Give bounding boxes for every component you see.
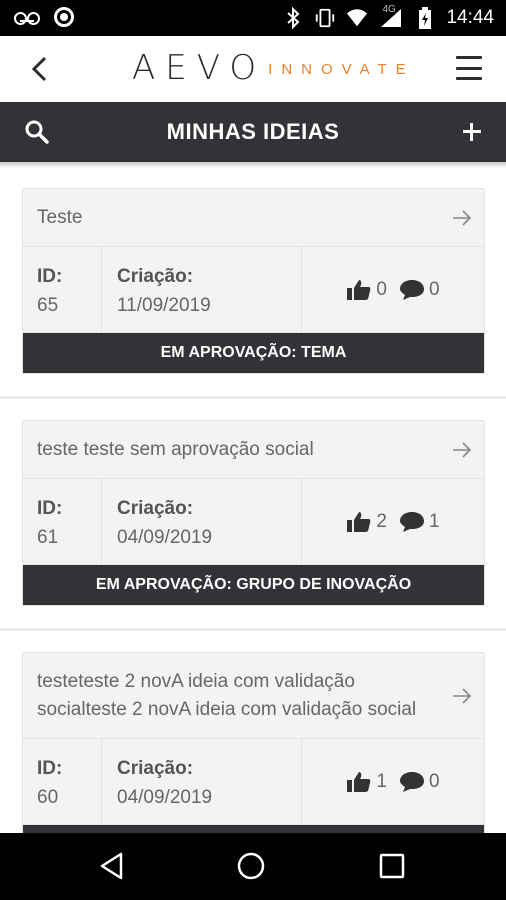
idea-id-cell: ID: 65 — [23, 247, 102, 332]
bluetooth-icon — [282, 7, 304, 29]
arrow-right-icon — [453, 209, 472, 226]
divider — [0, 396, 506, 399]
thumbs-up-icon — [347, 511, 371, 532]
comments-count: 1 — [429, 510, 440, 532]
idea-date: 04/09/2019 — [117, 527, 213, 548]
idea-id: 61 — [37, 527, 59, 548]
status-badge: EM APROVAÇÃO: TEMA — [23, 333, 484, 373]
thumbs-up-icon — [347, 771, 371, 792]
divider — [0, 628, 506, 631]
comments-count: 0 — [429, 278, 440, 300]
idea-card-header[interactable]: Teste — [23, 189, 484, 247]
comment-icon — [400, 771, 424, 792]
thumbs-up-icon — [347, 279, 371, 300]
chevron-left-icon — [31, 56, 47, 82]
search-icon — [25, 120, 49, 144]
menu-button[interactable] — [456, 56, 482, 80]
search-button[interactable] — [24, 119, 50, 145]
nav-recents-button[interactable] — [377, 851, 407, 881]
page-toolbar: MINHAS IDEIAS — [0, 102, 506, 162]
id-label: ID: — [37, 266, 63, 287]
arrow-right-icon — [453, 687, 472, 704]
idea-card[interactable]: Teste ID: 65 Criação: 11/09/2019 0 0 EM … — [22, 188, 485, 374]
idea-id-cell: ID: 60 — [23, 739, 102, 824]
idea-card[interactable]: testeteste 2 novA ideia com validação so… — [22, 652, 485, 833]
add-idea-button[interactable] — [458, 118, 486, 146]
idea-stats: 1 0 — [302, 739, 484, 824]
created-label: Criação: — [117, 758, 194, 779]
likes-count: 2 — [376, 510, 387, 532]
triangle-back-icon — [100, 852, 123, 880]
logo-sub-text: INNOVATE — [268, 60, 415, 78]
logo-main-text: AEVO — [132, 48, 267, 88]
idea-date: 04/09/2019 — [117, 787, 213, 808]
status-badge: EM APROVAÇÃO: GRUPO DE INOVAÇÃO — [23, 565, 484, 605]
back-button[interactable] — [24, 52, 54, 86]
id-label: ID: — [37, 498, 63, 519]
comments-count: 0 — [429, 770, 440, 792]
idea-details-row: ID: 65 Criação: 11/09/2019 0 0 — [23, 247, 484, 333]
ideas-list: Teste ID: 65 Criação: 11/09/2019 0 0 EM … — [0, 168, 506, 833]
idea-id-cell: ID: 61 — [23, 479, 102, 564]
record-icon — [54, 7, 74, 27]
id-label: ID: — [37, 758, 63, 779]
system-nav-bar — [0, 833, 506, 900]
idea-details-row: ID: 61 Criação: 04/09/2019 2 1 — [23, 479, 484, 565]
idea-date-cell: Criação: 11/09/2019 — [102, 247, 302, 332]
nav-back-button[interactable] — [97, 851, 127, 881]
created-label: Criação: — [117, 266, 194, 287]
idea-date-cell: Criação: 04/09/2019 — [102, 479, 302, 564]
likes-count: 0 — [376, 278, 387, 300]
network-type: 4G — [382, 4, 396, 15]
logo: AEVO INNOVATE — [132, 48, 415, 88]
likes-count: 1 — [376, 770, 387, 792]
wifi-icon — [346, 7, 368, 29]
idea-title: Teste — [37, 206, 83, 228]
voicemail-icon — [14, 11, 40, 25]
idea-card-header[interactable]: testeteste 2 novA ideia com validação so… — [23, 653, 484, 739]
idea-stats: 2 1 — [302, 479, 484, 564]
idea-stats: 0 0 — [302, 247, 484, 332]
signal-icon: 4G — [378, 4, 404, 29]
idea-id: 60 — [37, 787, 59, 808]
idea-title: teste teste sem aprovação social — [37, 438, 314, 460]
status-bar: 4G 14:44 — [0, 0, 506, 36]
arrow-right-icon — [453, 441, 472, 458]
idea-details-row: ID: 60 Criação: 04/09/2019 1 0 — [23, 739, 484, 825]
idea-card[interactable]: teste teste sem aprovação social ID: 61 … — [22, 420, 485, 606]
status-badge — [23, 825, 484, 833]
idea-id: 65 — [37, 295, 59, 316]
comment-icon — [400, 279, 424, 300]
created-label: Criação: — [117, 498, 194, 519]
nav-home-button[interactable] — [236, 851, 266, 881]
battery-icon — [414, 7, 436, 29]
app-header: AEVO INNOVATE — [0, 36, 506, 102]
clock: 14:44 — [446, 7, 494, 28]
hamburger-icon — [456, 56, 482, 59]
comment-icon — [400, 511, 424, 532]
idea-title: testeteste 2 novA ideia com validação so… — [37, 670, 417, 720]
square-recents-icon — [379, 853, 405, 879]
idea-date-cell: Criação: 04/09/2019 — [102, 739, 302, 824]
idea-card-header[interactable]: teste teste sem aprovação social — [23, 421, 484, 479]
circle-home-icon — [237, 852, 265, 880]
page-title: MINHAS IDEIAS — [166, 119, 340, 144]
idea-date: 11/09/2019 — [117, 295, 211, 316]
vibrate-icon — [314, 7, 336, 29]
